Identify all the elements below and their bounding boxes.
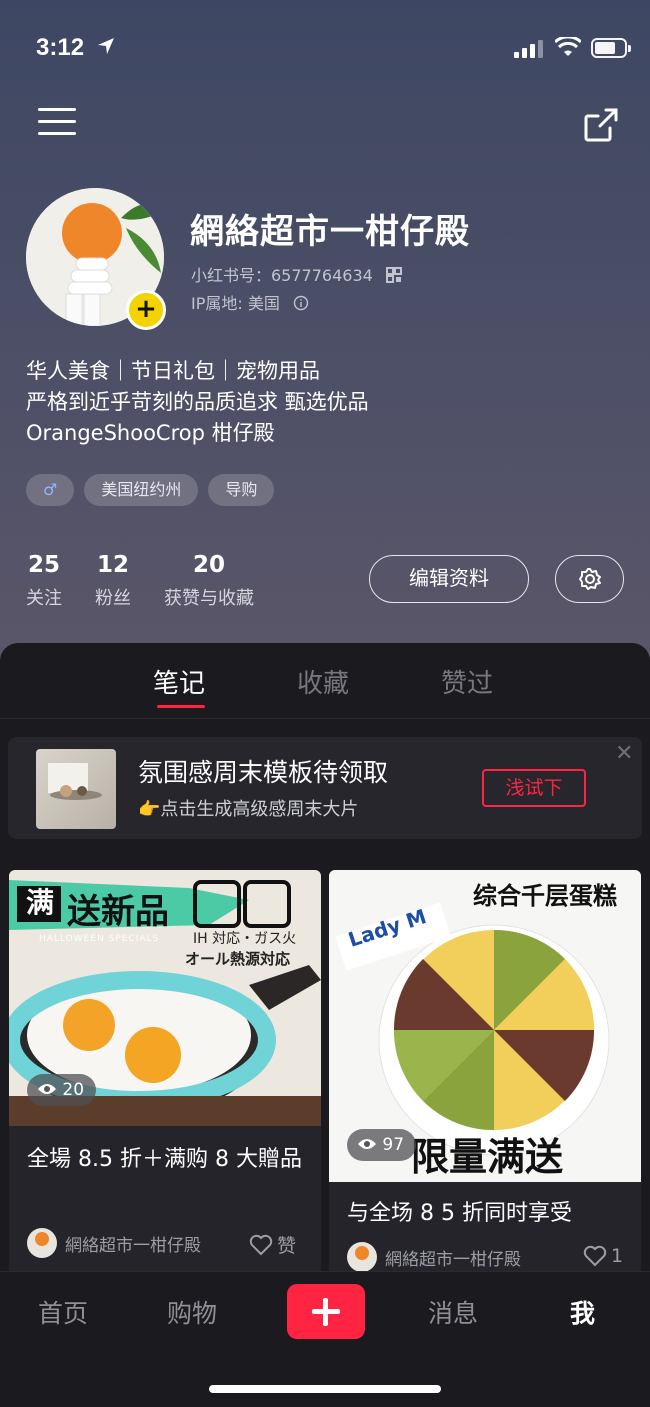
like-count: 1 [611,1245,624,1267]
profile-id: 小红书号：6577764634 [191,262,402,286]
view-count-text: 97 [382,1135,405,1155]
heart-icon [249,1234,273,1255]
author-avatar [27,1228,57,1258]
bio-line: OrangeShooCrop 柑仔殿 [26,421,275,445]
image-headline: 送新品 [67,892,169,932]
profile-tabs: 笔记 收藏 赞过 [0,643,650,719]
promo-badge-text: 满 [25,886,54,919]
stat-following[interactable]: 25 关注 [26,552,62,610]
ip-location-text: IP属地: 美国 [191,294,280,313]
promo-title: 氛围感周末模板待领取 [138,758,389,787]
stat-label: 关注 [26,588,62,609]
author-name: 網絡超市一柑仔殿 [65,1235,201,1256]
try-template-button[interactable]: 浅试下 [482,769,586,807]
post-card[interactable]: 综合千层蛋糕 Lady M 限量满送 97 与全场 8 5 折同时享受 網絡超市… [329,870,641,1280]
add-avatar-button[interactable]: + [126,290,166,330]
tab-collections[interactable]: 收藏 [297,663,349,700]
view-count: 20 [27,1074,97,1106]
nav-me[interactable]: 我 [570,1294,595,1330]
tab-liked[interactable]: 赞过 [441,663,493,700]
image-jp-line: IH 対応・ガス火 [193,931,297,947]
author-name: 網絡超市一柑仔殿 [385,1249,521,1270]
share-icon[interactable] [582,106,620,144]
post-author[interactable]: 網絡超市一柑仔殿 [347,1242,521,1272]
cellular-signal-icon [514,40,543,58]
home-indicator[interactable] [209,1385,441,1393]
menu-icon[interactable] [38,108,76,140]
like-count: 赞 [277,1235,297,1257]
bio-line: 严格到近乎苛刻的品质追求 甄选优品 [26,390,369,414]
eye-icon [358,1139,376,1149]
stat-value: 20 [192,552,225,578]
profile-name: 網絡超市一柑仔殿 [190,212,470,252]
stat-value: 12 [96,552,129,578]
profile-tags: ♂ 美国纽约州 导购 [26,474,275,506]
info-icon[interactable] [293,295,309,311]
profession-tag[interactable]: 导购 [208,474,275,506]
template-promo-banner[interactable]: 氛围感周末模板待领取 👉点击生成高级感周末大片 浅试下 ✕ [8,737,642,839]
post-author[interactable]: 網絡超市一柑仔殿 [27,1228,201,1258]
battery-icon [591,38,631,58]
image-caption: HALLOWEEN SPECIALS [39,934,160,944]
post-title: 与全场 8 5 折同时享受 [347,1201,572,1226]
ip-location: IP属地: 美国 [191,290,309,314]
bio-line: 华人美食｜节日礼包｜宠物用品 [26,359,320,383]
image-jp-line: オール熱源対応 [185,950,291,968]
promo-thumbnail [36,749,116,829]
stat-likes-collects[interactable]: 20 获赞与收藏 [164,552,254,610]
heart-icon [583,1245,607,1267]
nav-shopping[interactable]: 购物 [167,1294,217,1330]
profile-bio: 华人美食｜节日礼包｜宠物用品 严格到近乎苛刻的品质追求 甄选优品 OrangeS… [26,356,369,449]
location-arrow-icon [98,38,114,54]
settings-button[interactable] [555,555,624,603]
view-count-text: 20 [62,1080,85,1100]
location-tag[interactable]: 美国纽约州 [84,474,199,506]
edit-profile-button[interactable]: 编辑资料 [369,555,529,603]
status-bar: 3:12 [0,0,650,90]
nav-home[interactable]: 首页 [38,1294,88,1330]
wifi-icon [555,37,581,56]
view-count: 97 [347,1129,417,1161]
stat-label: 粉丝 [95,588,131,609]
nav-messages[interactable]: 消息 [428,1294,478,1330]
like-button[interactable]: 1 [583,1245,623,1267]
post-title: 全場 8.5 折＋满购 8 大贈品 [27,1147,302,1172]
stat-followers[interactable]: 12 粉丝 [95,552,131,610]
qr-code-icon[interactable] [385,267,402,283]
gear-icon [579,568,601,590]
stat-value: 25 [27,552,60,578]
stat-label: 获赞与收藏 [164,588,254,609]
post-card[interactable]: 满 送新品 HALLOWEEN SPECIALS IH 対応・ガス火 オール熱源… [9,870,321,1280]
profile-id-text: 小红书号：6577764634 [191,266,373,285]
active-tab-indicator [157,705,205,708]
like-button[interactable]: 赞 [249,1231,296,1258]
author-avatar [347,1242,377,1272]
image-bottom-text: 限量满送 [411,1135,564,1179]
tab-notes[interactable]: 笔记 [153,663,205,700]
image-headline: 综合千层蛋糕 [473,882,617,910]
gender-tag[interactable]: ♂ [26,474,75,506]
create-post-button[interactable] [287,1284,365,1339]
status-time: 3:12 [36,34,85,61]
eye-icon [38,1084,56,1094]
close-icon[interactable]: ✕ [615,741,633,766]
promo-subtitle: 👉点击生成高级感周末大片 [138,799,359,820]
